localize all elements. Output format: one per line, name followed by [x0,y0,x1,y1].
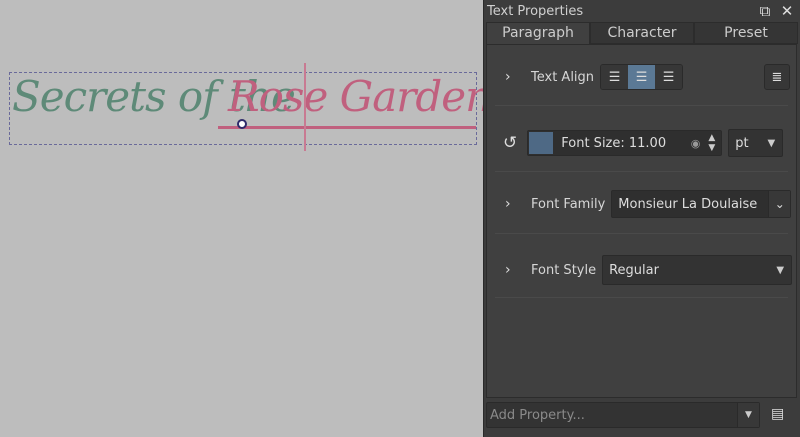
add-property-combobox[interactable]: Add Property... ▼ [486,402,760,428]
canvas[interactable]: Secrets of the Rose Garden [0,0,492,437]
add-property-input[interactable]: Add Property... [490,408,585,423]
panel-titlebar: Text Properties ⧉ ✕ [484,0,800,22]
chevron-down-icon: ▼ [767,137,776,149]
close-icon[interactable]: ✕ [778,2,796,20]
tab-paragraph[interactable]: Paragraph [486,22,590,44]
justify-icon: ≣ [771,69,783,85]
unit-value: pt [735,135,749,151]
tab-character[interactable]: Character [590,22,694,44]
unit-dropdown[interactable]: pt ▼ [728,129,784,157]
reset-icon[interactable]: ↺ [503,133,517,153]
spin-arrows-icon[interactable]: ▲ ▼ [708,133,715,153]
chevron-right-icon[interactable]: › [505,262,521,278]
tab-preset[interactable]: Preset [694,22,798,44]
properties-list: › Text Align ☰ ☰ ☰ ≣ ↺ Font Size: 11.00 … [486,44,797,398]
align-center-button[interactable]: ☰ [628,65,656,89]
color-swatch [529,132,554,154]
chevron-right-icon[interactable]: › [505,69,521,85]
tab-bar: Paragraph Character Preset [484,22,800,44]
font-style-dropdown[interactable]: Regular ▼ [602,255,793,285]
text-handle[interactable] [237,119,247,129]
font-style-label: Font Style [531,262,597,278]
align-button-group: ☰ ☰ ☰ [600,64,684,90]
canvas-text-pink[interactable]: Rose Garden [228,72,492,121]
font-size-spinbox[interactable]: Font Size: 11.00 ◉ ▲ ▼ [527,130,723,156]
property-list-icon[interactable]: ▤ [771,406,784,422]
font-family-value: Monsieur La Doulaise [618,196,758,212]
text-selection-underline [218,126,476,129]
text-properties-panel: Text Properties ⧉ ✕ Paragraph Character … [483,0,800,437]
font-size-value: Font Size: 11.00 [561,135,667,151]
font-family-label: Font Family [531,196,606,212]
text-cursor [304,63,306,151]
chevron-right-icon[interactable]: › [505,196,521,212]
chevron-down-icon[interactable]: ▼ [737,403,759,427]
justify-button[interactable]: ≣ [764,64,790,90]
text-align-row: › Text Align ☰ ☰ ☰ ≣ [487,63,796,91]
align-left-button[interactable]: ☰ [601,65,629,89]
link-icon[interactable]: ◉ [691,137,701,150]
font-style-value: Regular [609,262,659,278]
font-size-row: ↺ Font Size: 11.00 ◉ ▲ ▼ pt ▼ [487,129,796,157]
text-align-label: Text Align [531,69,595,85]
font-family-combobox[interactable]: Monsieur La Doulaise ⌄ [611,190,792,218]
font-style-row: › Font Style Regular ▼ [487,255,796,285]
font-family-row: › Font Family Monsieur La Doulaise ⌄ [487,190,796,218]
panel-title: Text Properties [487,3,584,19]
chevron-down-icon[interactable]: ⌄ [768,191,791,217]
float-window-icon[interactable]: ⧉ [756,2,774,20]
align-right-button[interactable]: ☰ [655,65,683,89]
chevron-down-icon: ▼ [776,264,785,276]
